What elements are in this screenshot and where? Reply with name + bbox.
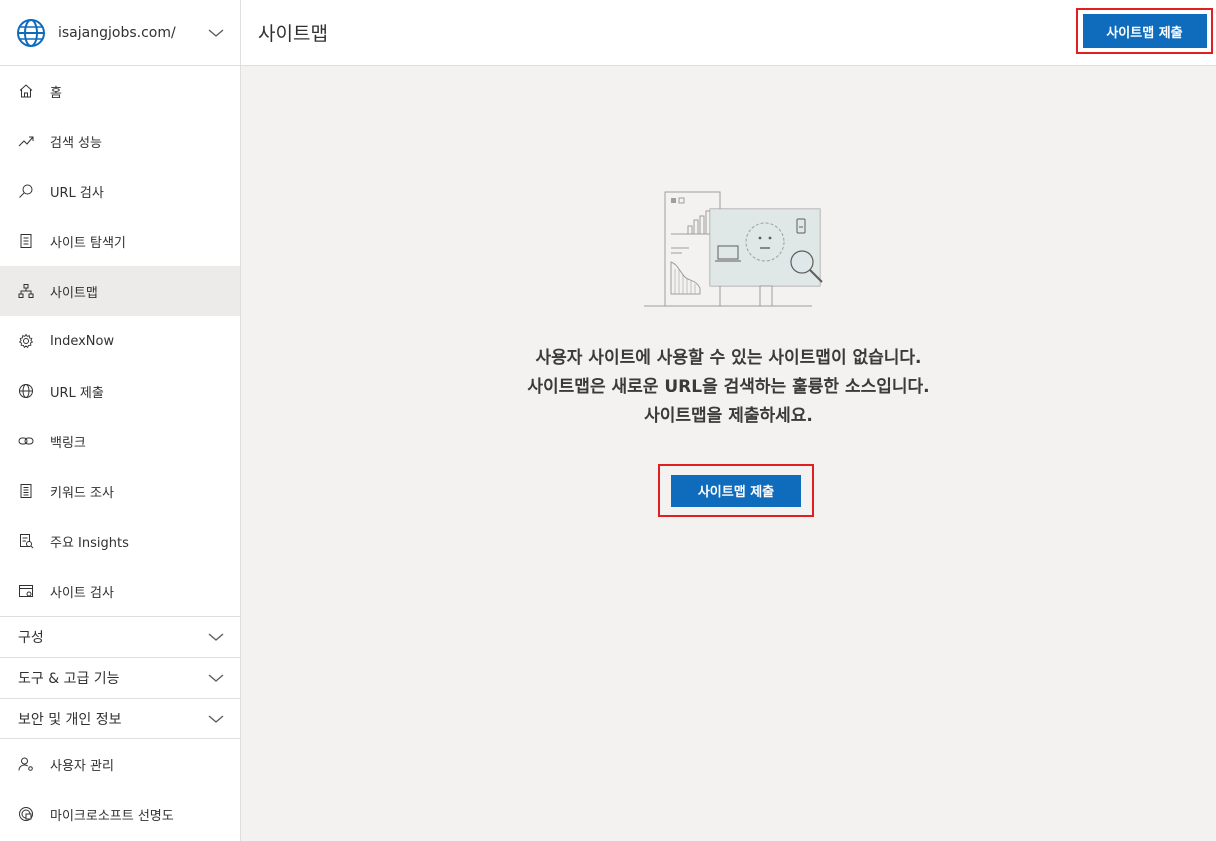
sidebar-item-keyword-research[interactable]: 키워드 조사 [0, 466, 240, 516]
group-configuration[interactable]: 구성 [0, 616, 240, 657]
group-label: 보안 및 개인 정보 [18, 711, 122, 728]
sidebar-item-label: 사용자 관리 [50, 758, 114, 774]
sidebar-item-label: 사이트 검사 [50, 585, 114, 601]
sidebar-item-url-submission[interactable]: URL 제출 [0, 366, 240, 416]
empty-state-line: 사이트맵은 새로운 URL을 검색하는 훌륭한 소스입니다. [527, 377, 930, 397]
page-header: 사이트맵 사이트맵 제출 [241, 0, 1216, 66]
sidebar-item-site-scan[interactable]: 사이트 검사 [0, 566, 240, 616]
group-tools[interactable]: 도구 & 고급 기능 [0, 657, 240, 698]
group-label: 도구 & 고급 기능 [18, 671, 120, 687]
group-label: 구성 [18, 630, 44, 646]
globe-icon [18, 383, 34, 399]
submit-sitemap-button[interactable]: 사이트맵 제출 [1082, 14, 1207, 48]
page-title: 사이트맵 [258, 23, 328, 45]
group-security-privacy[interactable]: 보안 및 개인 정보 [0, 698, 240, 739]
sidebar-item-url-inspection[interactable]: URL 검사 [0, 166, 240, 216]
sidebar-item-label: URL 검사 [50, 185, 104, 201]
link-icon [18, 433, 34, 449]
sidebar-item-home[interactable]: 홈 [0, 66, 240, 116]
scan-icon [18, 583, 34, 599]
submit-sitemap-button[interactable]: 사이트맵 제출 [671, 474, 801, 507]
highlight-box: 사이트맵 제출 [1076, 8, 1213, 54]
sidebar-item-label: 검색 성능 [50, 135, 102, 151]
sitemap-icon [18, 283, 34, 299]
sidebar-item-label: 키워드 조사 [50, 485, 114, 501]
sidebar-item-label: 백링크 [50, 435, 86, 451]
insights-icon [18, 533, 34, 549]
sidebar-item-label: URL 제출 [50, 385, 104, 401]
site-picker[interactable]: isajangjobs.com/ [0, 0, 240, 66]
sidebar-item-clarity[interactable]: 마이크로소프트 선명도 [0, 789, 240, 839]
sidebar-item-label: IndexNow [50, 333, 115, 349]
sidebar-item-label: 마이크로소프트 선명도 [50, 808, 174, 824]
sidebar-item-label: 주요 Insights [50, 535, 129, 551]
empty-state-line: 사이트맵을 제출하세요. [644, 406, 813, 426]
site-name: isajangjobs.com/ [58, 24, 176, 41]
globe-icon [17, 18, 45, 47]
chevron-down-icon [208, 633, 224, 641]
sidebar-item-label: 사이트맵 [50, 285, 98, 301]
sidebar-item-indexnow[interactable]: IndexNow [0, 316, 240, 366]
empty-state-line: 사용자 사이트에 사용할 수 있는 사이트맵이 없습니다. [535, 348, 922, 368]
chevron-down-icon [208, 28, 224, 37]
chevron-down-icon [208, 714, 224, 723]
sidebar-item-label: 홈 [50, 85, 62, 101]
empty-state-message: 사용자 사이트에 사용할 수 있는 사이트맵이 없습니다. 사이트맵은 새로운 … [241, 344, 1216, 431]
list-icon [18, 483, 34, 499]
gear-icon [18, 333, 34, 349]
clarity-icon [18, 806, 34, 822]
chevron-down-icon [208, 674, 224, 682]
main-content: 사용자 사이트에 사용할 수 있는 사이트맵이 없습니다. 사이트맵은 새로운 … [241, 66, 1216, 841]
sidebar-item-search-performance[interactable]: 검색 성능 [0, 116, 240, 166]
sidebar-item-insights[interactable]: 주요 Insights [0, 516, 240, 566]
trend-icon [18, 133, 34, 149]
empty-sitemap-illustration [644, 191, 823, 307]
highlight-box: 사이트맵 제출 [658, 464, 814, 517]
sidebar-item-backlinks[interactable]: 백링크 [0, 416, 240, 466]
sidebar-item-sitemaps[interactable]: 사이트맵 [0, 266, 240, 316]
sidebar-item-user-management[interactable]: 사용자 관리 [0, 739, 240, 789]
home-icon [18, 83, 34, 99]
document-icon [18, 233, 34, 249]
search-icon [18, 183, 34, 199]
user-settings-icon [18, 756, 34, 772]
sidebar-item-site-explorer[interactable]: 사이트 탐색기 [0, 216, 240, 266]
sidebar-item-label: 사이트 탐색기 [50, 235, 126, 251]
sidebar: isajangjobs.com/ 홈 검색 성능 URL 검사 사이트 탐색기 … [0, 0, 241, 841]
